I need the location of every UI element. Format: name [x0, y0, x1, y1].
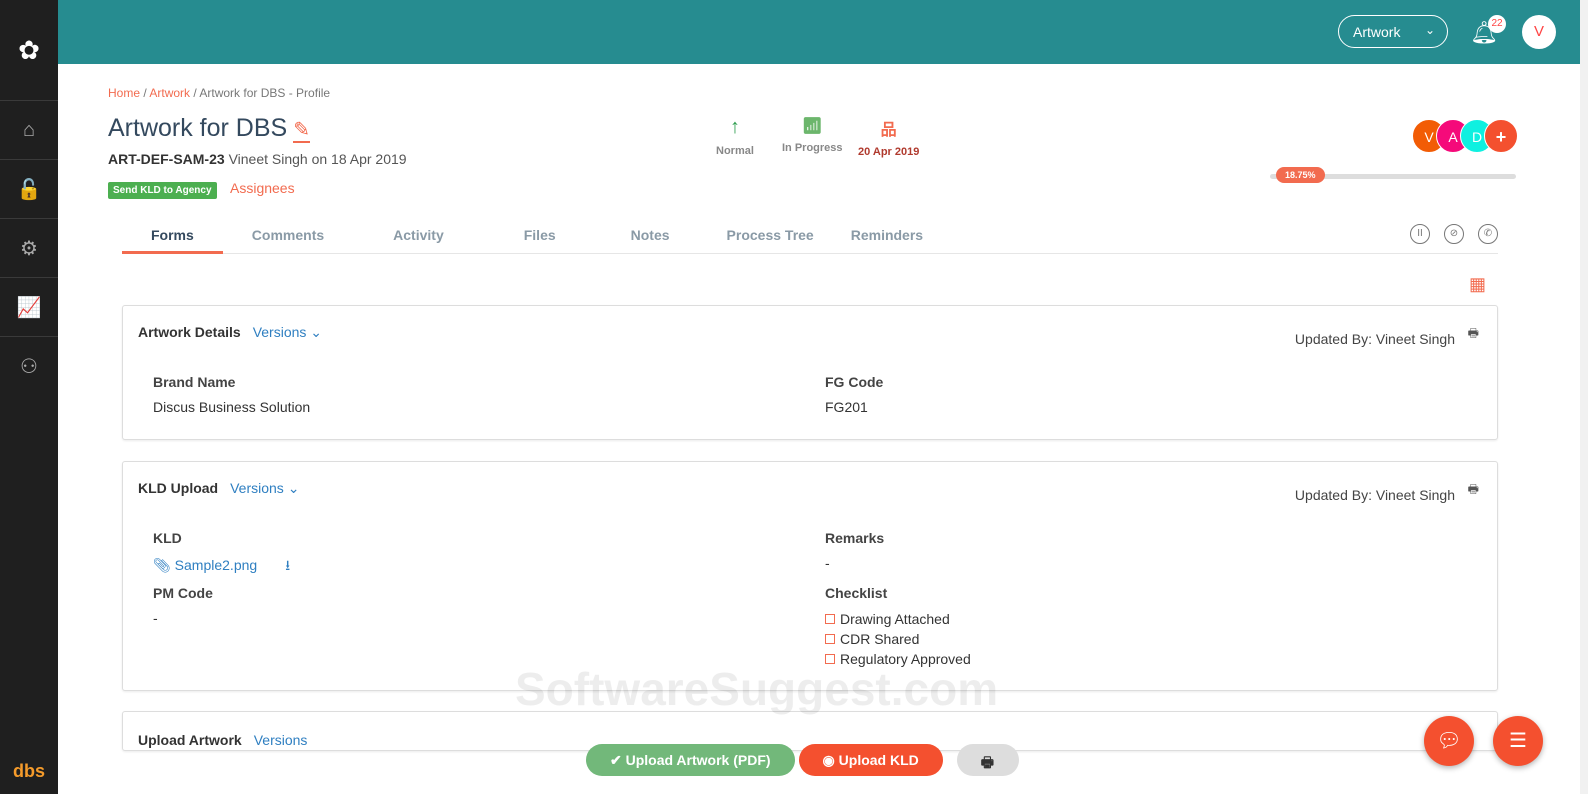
breadcrumb-current: Artwork for DBS - Profile — [199, 86, 331, 100]
gear-icon[interactable]: ⚙ — [0, 218, 58, 277]
arrow-up-icon: ↑ — [729, 116, 740, 138]
lock-icon[interactable]: 🔓 — [0, 159, 58, 218]
updated-by: Updated By: Vineet Singh — [1294, 331, 1455, 347]
remarks-label: Remarks — [825, 530, 885, 546]
status-tag: Send KLD to Agency — [108, 182, 217, 199]
pause-icon[interactable]: II — [1410, 224, 1430, 244]
checklist-item[interactable]: CDR Shared — [825, 629, 971, 649]
remarks-value: - — [825, 555, 830, 571]
upload-kld-button[interactable]: ◉ Upload KLD — [798, 744, 943, 776]
checkbox[interactable] — [825, 614, 835, 624]
menu-button[interactable]: ☰ — [1493, 716, 1543, 766]
upload-artwork-button[interactable]: ✔ Upload Artwork (PDF) — [586, 744, 795, 776]
download-icon[interactable]: ⭳ — [285, 557, 290, 573]
add-assignee-button[interactable]: + — [1484, 119, 1518, 153]
home-icon[interactable]: ⌂ — [0, 100, 58, 159]
versions-dropdown[interactable]: Versions ⌄ — [230, 480, 299, 496]
progress-bar: 18.75% — [1270, 167, 1516, 183]
progress-label: 18.75% — [1276, 167, 1325, 183]
checklist-label: Checklist — [825, 585, 888, 601]
priority-stat: ↑ Normal — [716, 116, 754, 157]
module-label: Artwork — [1353, 24, 1401, 40]
versions-dropdown[interactable]: Versions ⌄ — [253, 324, 322, 340]
module-select[interactable]: Artwork ⌄ — [1338, 15, 1448, 48]
fg-label: FG Code — [825, 374, 884, 390]
checklist-item[interactable]: Drawing Attached — [825, 609, 971, 629]
file-name[interactable]: Sample2.png — [175, 557, 258, 573]
paperclip-icon: 📎︎ — [153, 557, 175, 573]
updated-by: Updated By: Vineet Singh — [1294, 487, 1455, 503]
scrollbar[interactable] — [1580, 0, 1588, 794]
kld-label: KLD — [153, 530, 182, 546]
notification-badge: 22 — [1488, 15, 1506, 33]
app-logo[interactable]: ✿ — [0, 0, 58, 100]
breadcrumb: Home / Artwork / Artwork for DBS - Profi… — [108, 86, 331, 100]
grid-view-icon[interactable]: ▦ — [1469, 274, 1486, 295]
tab-files[interactable]: Files — [484, 214, 596, 254]
assignee-avatars: V A D + — [1412, 119, 1518, 153]
circle-icon: ◉ — [822, 752, 839, 768]
action-bar: ✔ Upload Artwork (PDF) ◉ Upload KLD 🖶 — [586, 744, 1019, 776]
versions-dropdown[interactable]: Versions — [254, 732, 308, 748]
phone-icon[interactable]: ✆ — [1478, 224, 1498, 244]
brand-label: Brand Name — [153, 374, 236, 390]
print-icon[interactable]: 🖶 — [1468, 480, 1479, 501]
button-label: Upload KLD — [838, 752, 919, 768]
tab-notes[interactable]: Notes — [596, 214, 705, 254]
card-title: Artwork Details — [138, 324, 241, 340]
tab-process-tree[interactable]: Process Tree — [705, 214, 836, 254]
chevron-down-icon: ⌄ — [1424, 23, 1435, 37]
due-date: 20 Apr 2019 — [858, 146, 920, 158]
tab-comments[interactable]: Comments — [223, 214, 353, 254]
cancel-icon[interactable]: ⊘ — [1444, 224, 1464, 244]
fg-value: FG201 — [825, 399, 868, 415]
card-title: KLD Upload — [138, 480, 219, 496]
card-title: Upload Artwork — [138, 732, 242, 748]
subtitle: ART-DEF-SAM-23 Vineet Singh on 18 Apr 20… — [108, 151, 407, 167]
dbs-logo: dbs — [12, 761, 45, 781]
pm-value: - — [153, 610, 158, 626]
kld-file[interactable]: 📎︎ Sample2.png ⭳ — [153, 555, 290, 579]
brand-value: Discus Business Solution — [153, 399, 311, 415]
print-button[interactable]: 🖶 — [956, 744, 1019, 776]
sidebar: ✿ ⌂ 🔓 ⚙ 📈 ⚇ dbs — [0, 0, 58, 794]
user-icon[interactable]: ⚇ — [0, 336, 58, 395]
check-icon: ✔ — [610, 752, 626, 768]
watermark: SoftwareSuggest.com — [515, 663, 999, 715]
pm-label: PM Code — [153, 585, 213, 601]
checklist: Drawing Attached CDR Shared Regulatory A… — [825, 609, 971, 669]
breadcrumb-home[interactable]: Home — [108, 86, 140, 100]
item-label: CDR Shared — [840, 631, 920, 647]
edit-icon[interactable]: ✎ — [293, 119, 310, 143]
checkbox[interactable] — [825, 634, 835, 644]
status-stat: 📶︎ In Progress — [782, 116, 843, 154]
tab-activity[interactable]: Activity — [353, 214, 484, 254]
chart-icon[interactable]: 📈 — [0, 277, 58, 336]
title-text: Artwork for DBS — [108, 114, 288, 142]
button-label: Upload Artwork (PDF) — [625, 752, 771, 768]
tabs: Forms Comments Activity Files Notes Proc… — [122, 214, 1498, 254]
page-title: Artwork for DBS ✎ — [108, 114, 310, 143]
print-icon[interactable]: 🖶 — [1468, 324, 1479, 345]
chat-button[interactable]: 💬︎ — [1424, 716, 1474, 766]
priority-label: Normal — [716, 145, 754, 157]
topbar: Artwork ⌄ 🔔︎ 22 V — [58, 0, 1588, 64]
assignees-link[interactable]: Assignees — [230, 180, 295, 196]
tab-forms[interactable]: Forms — [122, 214, 223, 254]
user-avatar[interactable]: V — [1522, 15, 1556, 49]
progress-chart-icon: 📶︎ — [802, 118, 823, 135]
tab-reminders[interactable]: Reminders — [836, 214, 938, 254]
creator: Vineet Singh on 18 Apr 2019 — [228, 151, 407, 167]
kld-upload-card: KLD Upload Versions ⌄ Updated By: Vineet … — [122, 461, 1498, 691]
item-label: Drawing Attached — [840, 611, 950, 627]
artwork-details-card: Artwork Details Versions ⌄ Updated By: Vi… — [122, 305, 1498, 440]
hierarchy-icon: 品 — [880, 122, 897, 139]
status-label: In Progress — [782, 142, 843, 154]
artwork-code: ART-DEF-SAM-23 — [108, 151, 225, 167]
breadcrumb-artwork[interactable]: Artwork — [149, 86, 190, 100]
print-icon: 🖶 — [980, 754, 994, 770]
due-stat: 品 20 Apr 2019 — [858, 116, 919, 158]
